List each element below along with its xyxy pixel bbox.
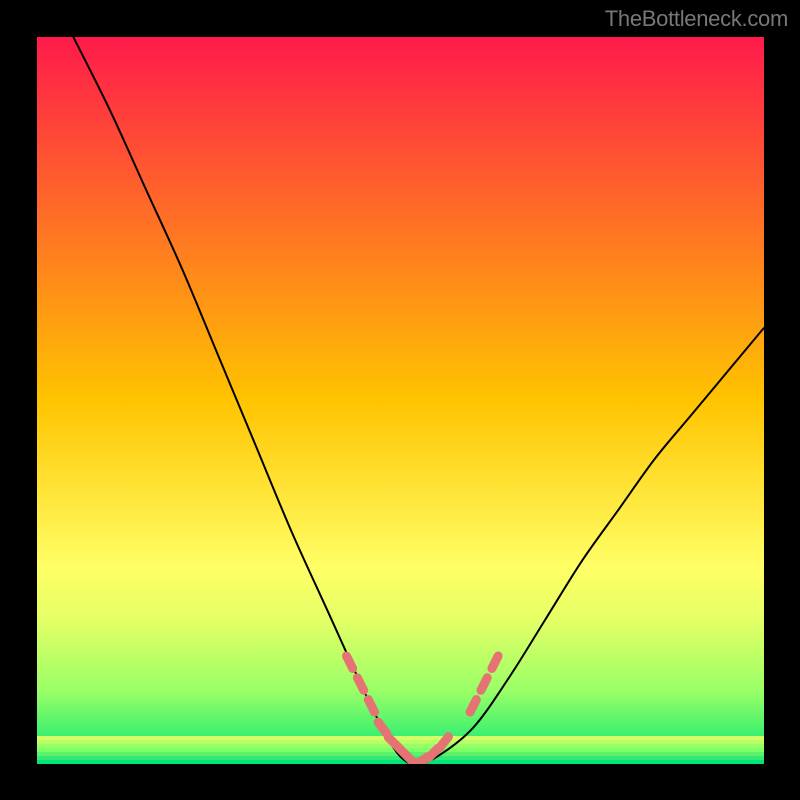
chart-svg bbox=[0, 0, 800, 800]
curve-marker bbox=[470, 700, 476, 713]
curve-marker bbox=[481, 678, 487, 691]
curve-marker bbox=[346, 656, 352, 669]
curve-marker bbox=[357, 678, 363, 691]
curve-marker bbox=[368, 700, 374, 713]
curve-marker bbox=[492, 656, 498, 669]
plot-background bbox=[37, 37, 764, 764]
attribution-text: TheBottleneck.com bbox=[605, 6, 788, 32]
bottleneck-chart: TheBottleneck.com bbox=[0, 0, 800, 800]
